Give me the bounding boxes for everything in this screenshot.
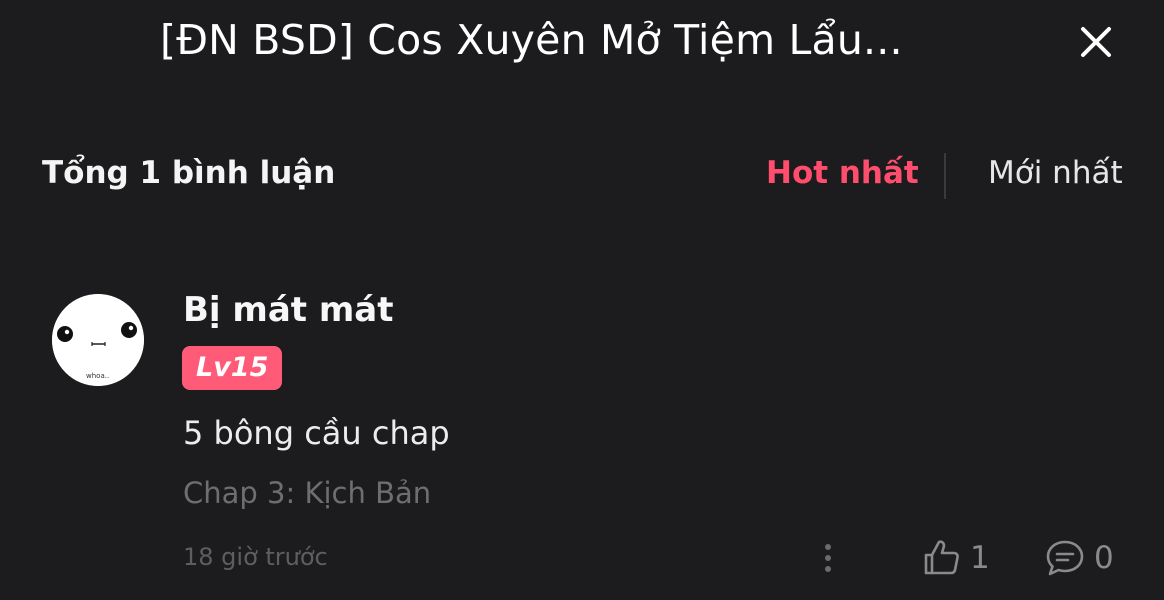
comment-timestamp: 18 giờ trước <box>183 543 328 571</box>
avatar[interactable]: whoa.. <box>52 294 144 386</box>
page-title: [ĐN BSD] Cos Xuyên Mở Tiệm Lẩu... <box>160 16 903 64</box>
like-count: 1 <box>970 540 990 576</box>
more-options-button[interactable] <box>812 538 844 578</box>
thumbs-up-icon <box>924 540 959 575</box>
reply-count: 0 <box>1094 540 1114 576</box>
more-vertical-icon <box>825 544 831 572</box>
comment-count-label: Tổng 1 bình luận <box>42 155 336 191</box>
comments-panel: [ĐN BSD] Cos Xuyên Mở Tiệm Lẩu... Tổng 1… <box>0 0 1164 600</box>
comment-chapter-link[interactable]: Chap 3: Kịch Bản <box>183 476 431 510</box>
close-icon <box>1081 27 1111 57</box>
comment-username[interactable]: Bị mát mát <box>183 290 394 330</box>
like-button[interactable]: 1 <box>920 536 990 580</box>
sort-hot-tab[interactable]: Hot nhất <box>766 155 919 191</box>
avatar-caption: whoa.. <box>86 372 109 380</box>
comment-body: 5 bông cầu chap <box>183 414 450 452</box>
level-badge: Lv15 <box>182 346 283 390</box>
sort-newest-tab[interactable]: Mới nhất <box>988 155 1123 191</box>
avatar-face-image: whoa.. <box>52 294 144 386</box>
reply-button[interactable]: 0 <box>1044 536 1114 580</box>
comment-bubble-icon <box>1046 540 1084 576</box>
sort-divider <box>944 153 946 199</box>
close-button[interactable] <box>1076 22 1116 62</box>
